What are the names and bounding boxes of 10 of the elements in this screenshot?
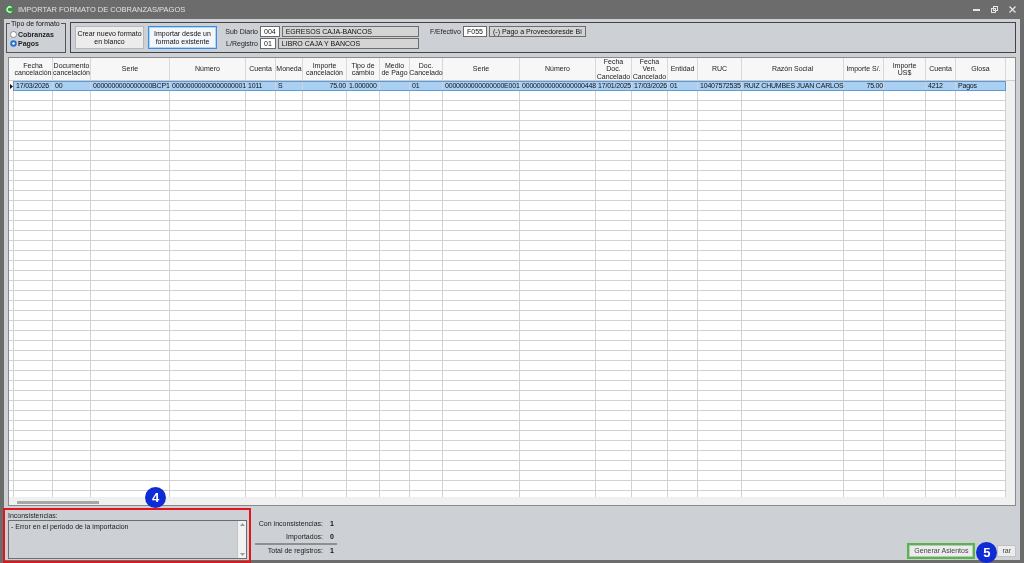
minimize-icon[interactable] [973,8,980,11]
vertical-scrollbar[interactable] [237,521,246,558]
scroll-down-icon[interactable] [239,553,245,556]
scroll-up-icon[interactable] [239,523,245,526]
app-logo-icon [5,5,14,14]
restore-icon[interactable] [991,6,998,13]
row-pointer-icon [9,83,13,89]
scrollbar-thumb[interactable] [17,501,99,504]
callout-badge: 5 [976,541,998,563]
close-icon[interactable] [1009,6,1016,13]
